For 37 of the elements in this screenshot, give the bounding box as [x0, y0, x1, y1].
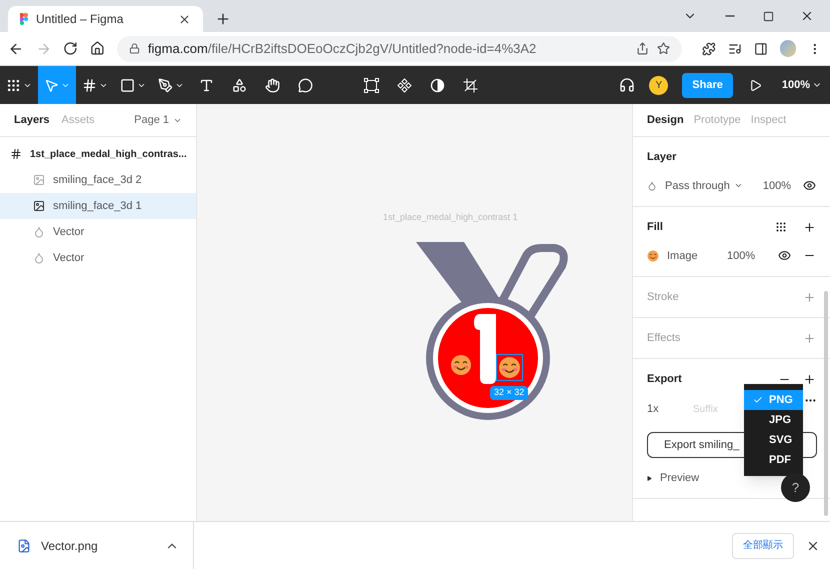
user-avatar[interactable]: Y — [649, 76, 668, 94]
layer-name: smiling_face_3d 2 — [53, 172, 142, 188]
menu-item[interactable]: SVG — [744, 430, 803, 450]
layer-name: Vector — [53, 224, 84, 240]
section-title: Stroke — [647, 290, 679, 305]
layer-item[interactable]: Vector — [0, 219, 196, 245]
layer-name: smiling_face_3d 1 — [53, 198, 142, 214]
help-button[interactable]: ? — [781, 473, 810, 502]
layer-name: 1st_place_medal_high_contras... — [30, 148, 187, 162]
address-field[interactable]: figma.com/file/HCrB2iftsDOEoOczCjb2gV/Untitled?node-id=4%3A2 — [116, 36, 682, 62]
url-text: figma.com/file/HCrB2iftsDOEoOczCjb2gV/Untitled?node-id=4%3A2 — [148, 40, 538, 58]
section-title: Effects — [647, 330, 680, 346]
fill-name[interactable]: Image — [667, 248, 727, 264]
section-title: Layer — [647, 150, 678, 165]
blend-mode-select[interactable]: Pass through — [665, 178, 743, 194]
zoom-menu[interactable]: 100% — [782, 76, 822, 94]
opacity-value[interactable]: 100% — [762, 178, 791, 194]
preview-label[interactable]: Preview — [660, 470, 700, 486]
show-all-button[interactable]: 全部顯示 — [732, 532, 794, 558]
panel-tab[interactable]: Layers — [14, 112, 50, 128]
layer-item[interactable]: smiling_face_3d 1 — [0, 193, 196, 219]
size-label: 32 × 32 — [490, 386, 528, 400]
menu-item[interactable]: JPG — [744, 410, 803, 430]
tab-title: Untitled – Figma — [36, 11, 124, 28]
layer-item[interactable]: 1st_place_medal_high_contras... — [0, 141, 196, 167]
section-title: Export — [647, 372, 682, 387]
layer-item[interactable]: Vector — [0, 245, 196, 271]
layer-name: Vector — [53, 250, 84, 266]
scale-value[interactable]: 1x — [647, 401, 693, 418]
page-selector[interactable]: Page 1 — [134, 112, 182, 128]
browser-tab[interactable]: Untitled – Figma — [8, 6, 203, 32]
layer-item[interactable]: smiling_face_3d 2 — [0, 167, 196, 193]
download-item[interactable]: Vector.png — [0, 522, 194, 569]
opacity-value[interactable]: 100% — [727, 248, 756, 264]
section-title: Fill — [647, 220, 663, 235]
frame-label: 1st_place_medal_high_contrast 1 — [383, 211, 518, 224]
panel-tab[interactable]: Design — [647, 112, 684, 128]
